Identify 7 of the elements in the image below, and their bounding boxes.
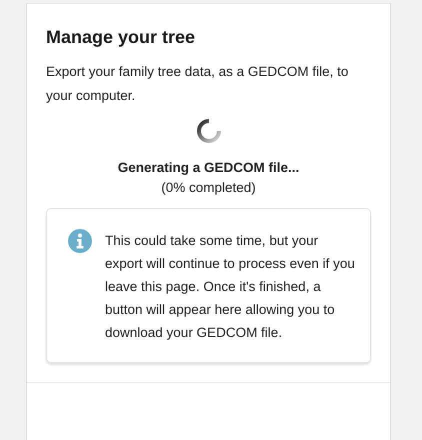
section-title: Manage your tree bbox=[46, 27, 196, 48]
description-text: Export your family tree data, as a GEDCOM file, to your computer. bbox=[46, 63, 350, 105]
loading-spinner-icon bbox=[196, 118, 222, 144]
progress-percent: (0% completed) bbox=[161, 179, 256, 197]
status-text: Generating a GEDCOM file... bbox=[118, 159, 300, 177]
info-icon bbox=[68, 229, 92, 253]
notice-text: This could take some time, but your export will continue to process even if you leave this page. Once it's finished, a button will appear here allowing you to download your GEDCOM file. bbox=[105, 232, 356, 342]
